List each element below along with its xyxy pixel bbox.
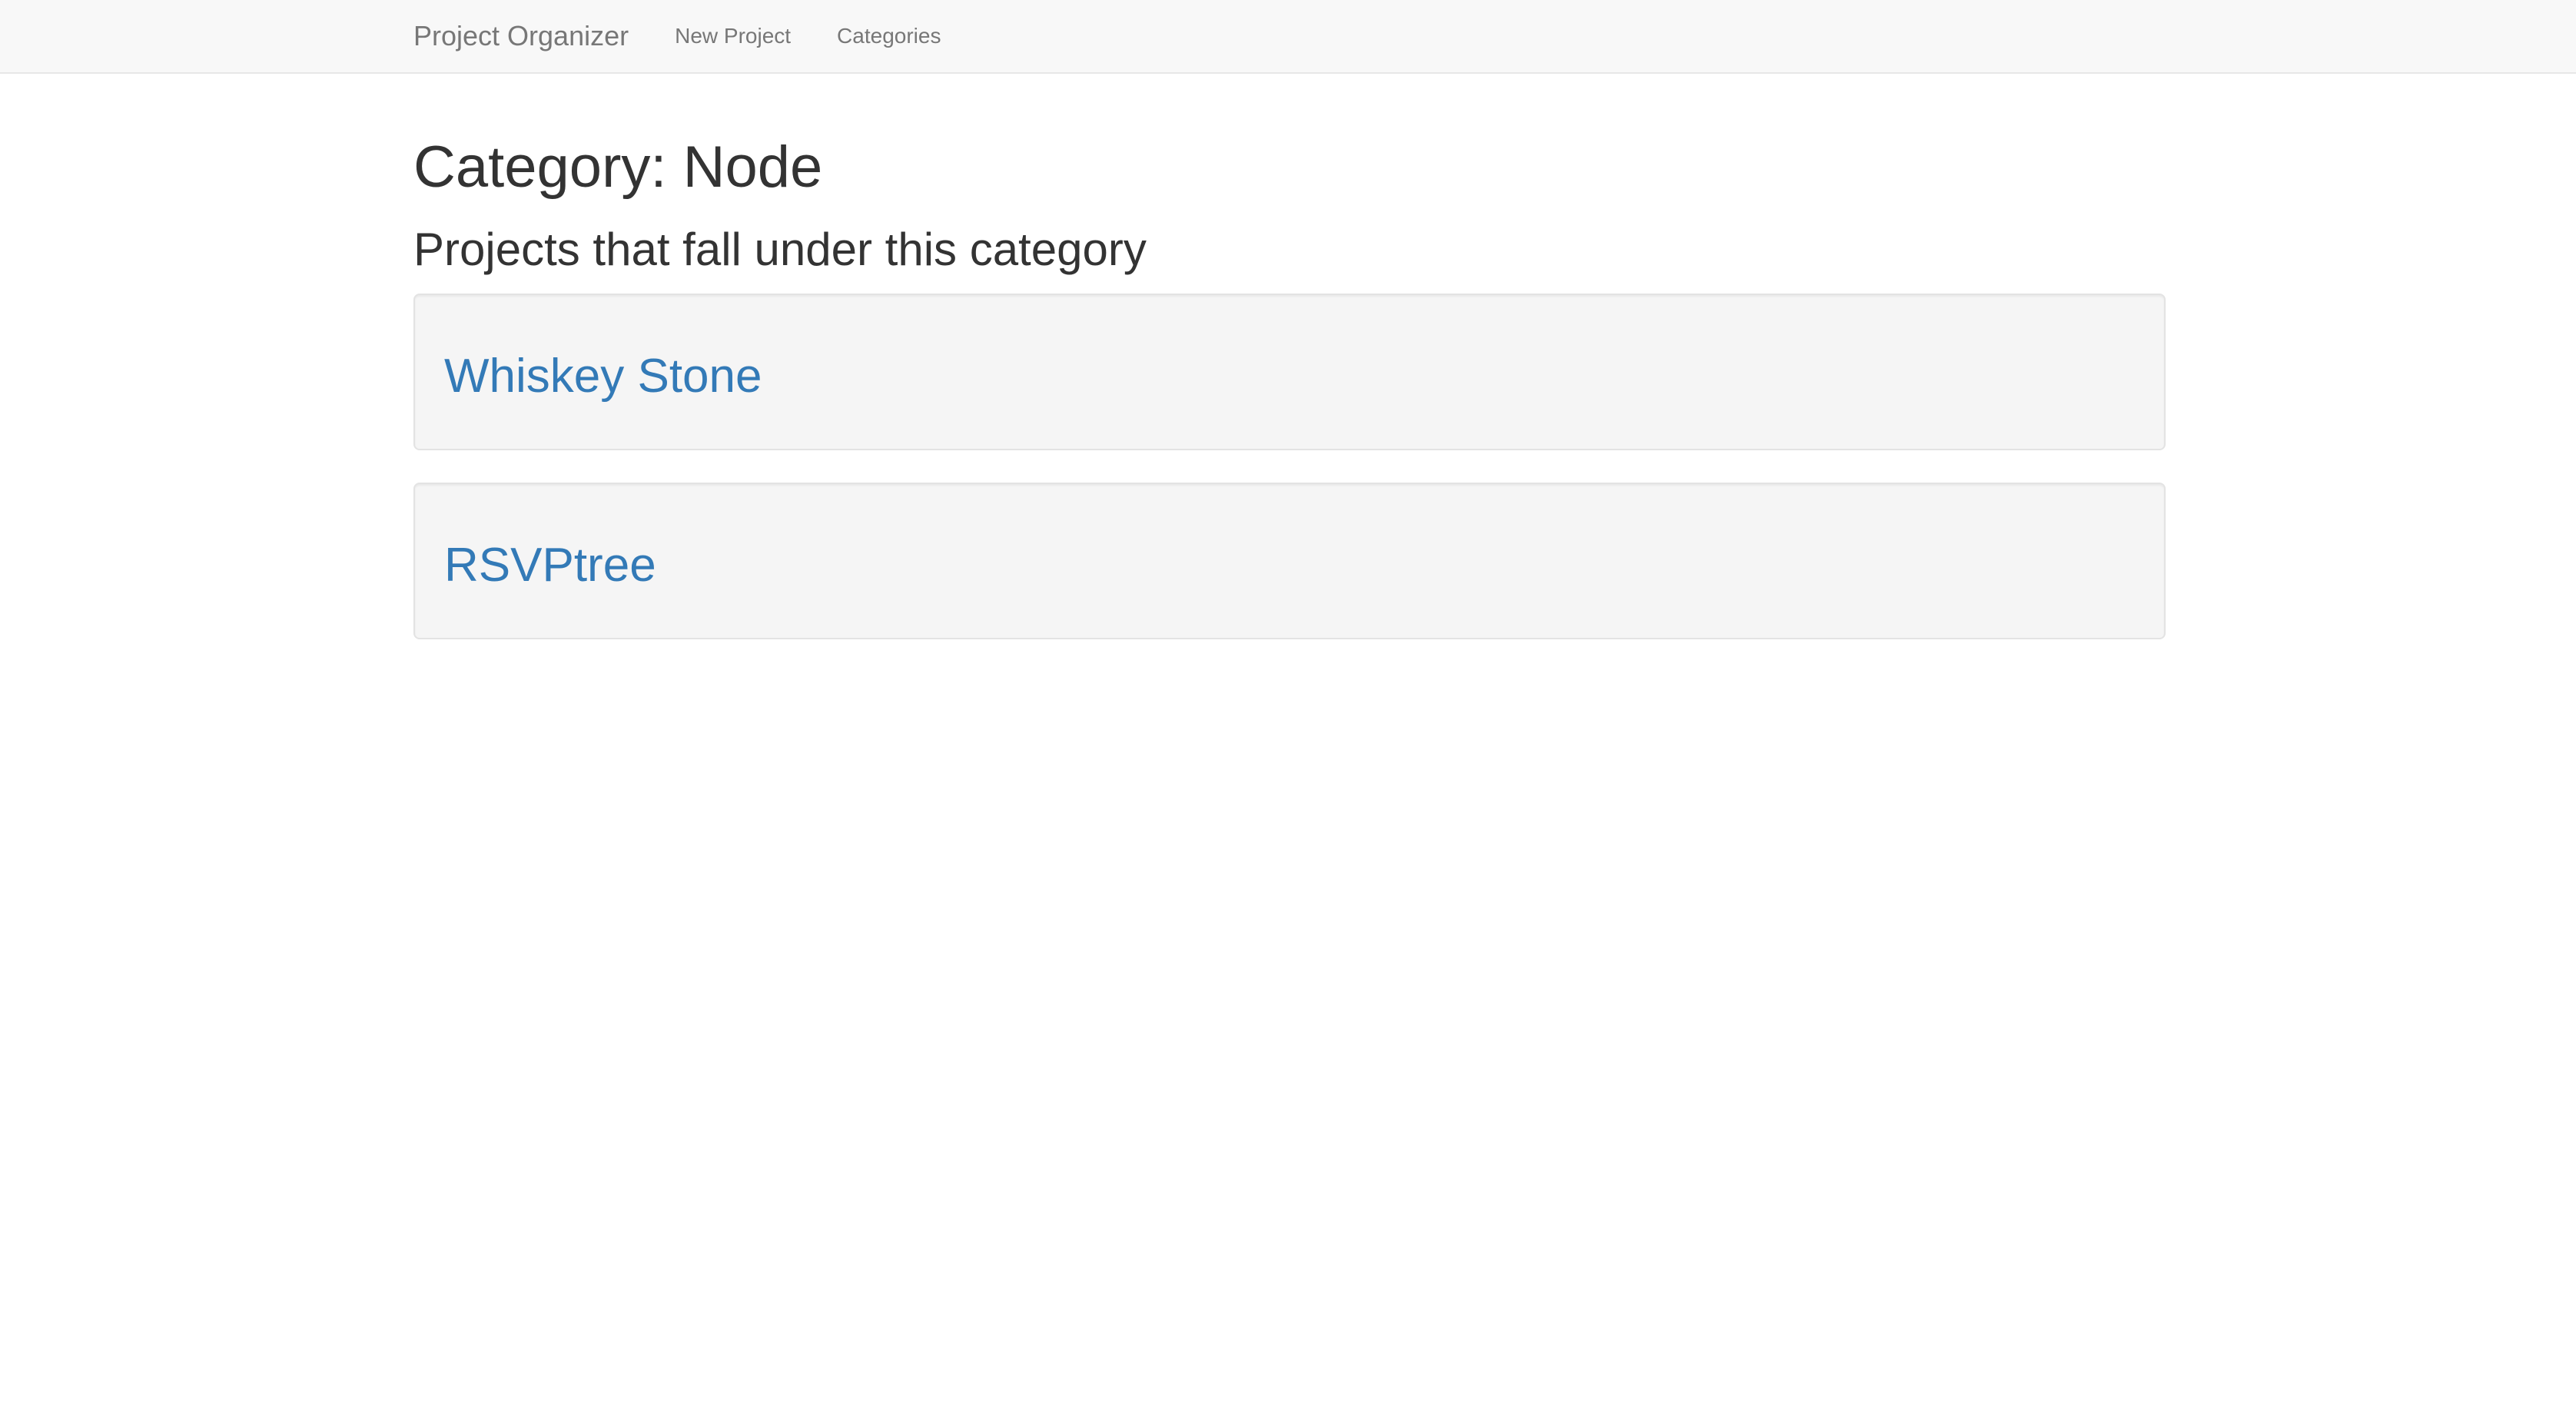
page-subtitle: Projects that fall under this category (413, 224, 1147, 275)
project-link-whiskey-stone[interactable]: Whiskey Stone (444, 350, 762, 403)
navbar-container: Project Organizer New Project Categories (413, 0, 987, 72)
nav-link-new-project[interactable]: New Project (675, 24, 791, 48)
page-title: Category: Node (413, 134, 823, 200)
project-card: RSVPtree (413, 483, 2166, 639)
project-link-rsvptree[interactable]: RSVPtree (444, 539, 656, 592)
navbar-brand-link[interactable]: Project Organizer (413, 20, 629, 52)
project-card: Whiskey Stone (413, 294, 2166, 450)
top-navbar: Project Organizer New Project Categories (0, 0, 2576, 74)
project-list: Whiskey Stone RSVPtree (413, 294, 2166, 672)
nav-link-categories[interactable]: Categories (837, 24, 941, 48)
